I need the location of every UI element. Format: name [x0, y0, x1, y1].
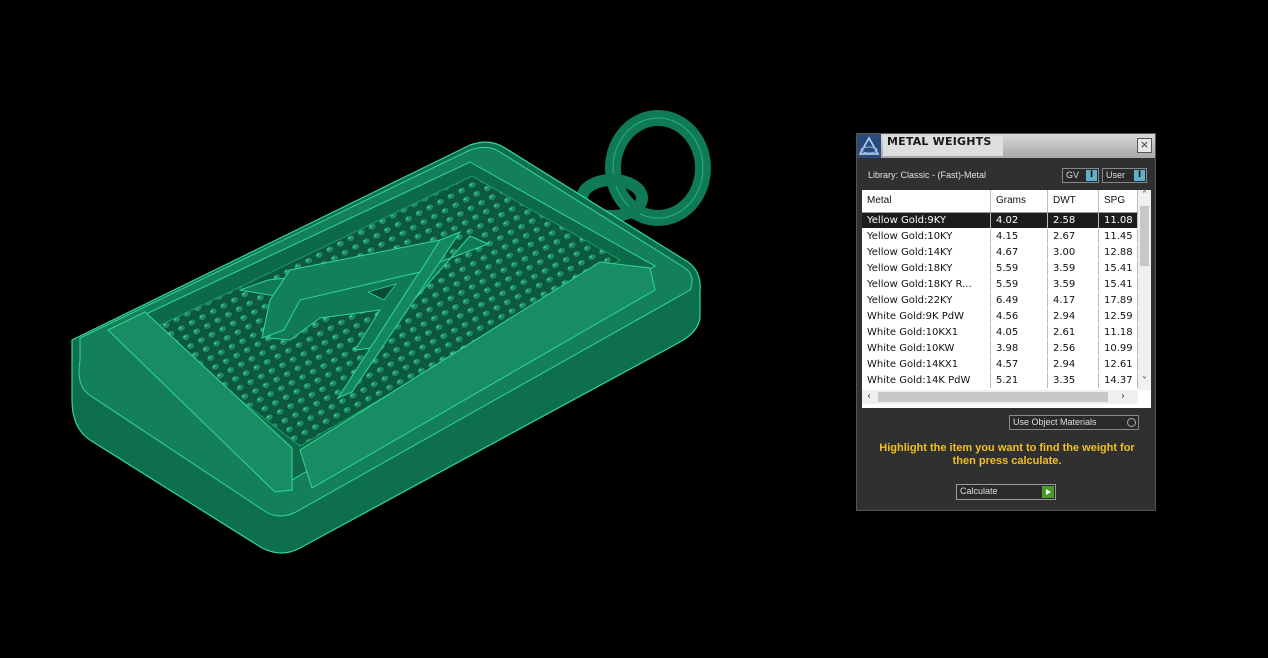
cell-spg: 14.37 — [1099, 373, 1138, 388]
close-button[interactable]: × — [1137, 138, 1152, 153]
table-row[interactable]: Yellow Gold:22KY 6.49 4.17 17.89 — [862, 293, 1138, 309]
use-object-materials-label: Use Object Materials — [1013, 417, 1097, 427]
vertical-scroll-thumb[interactable] — [1140, 206, 1149, 266]
cell-dwt: 2.56 — [1048, 341, 1099, 356]
gv-toggle-label: GV — [1066, 170, 1080, 180]
cell-dwt: 2.61 — [1048, 325, 1099, 340]
cell-spg: 10.99 — [1099, 341, 1138, 356]
cell-spg: 12.88 — [1099, 245, 1138, 260]
chevron-right-icon[interactable]: › — [1116, 390, 1130, 404]
cell-dwt: 2.94 — [1048, 357, 1099, 372]
cell-metal: Yellow Gold:18KY R... — [862, 277, 991, 292]
radio-icon — [1127, 418, 1136, 427]
column-header-metal[interactable]: Metal — [862, 190, 991, 212]
cell-metal: White Gold:10KW — [862, 341, 991, 356]
cell-spg: 17.89 — [1099, 293, 1138, 308]
chevron-up-icon[interactable]: ˄ — [1138, 190, 1151, 202]
library-label: Library: Classic - (Fast)-Metal — [868, 170, 987, 180]
table-row[interactable]: Yellow Gold:18KY R... 5.59 3.59 15.41 — [862, 277, 1138, 293]
chevron-left-icon[interactable]: ‹ — [862, 390, 876, 404]
cell-metal: Yellow Gold:9KY — [862, 213, 991, 228]
chevron-down-icon[interactable]: ˅ — [1138, 376, 1151, 388]
cell-dwt: 2.58 — [1048, 213, 1099, 228]
cell-metal: White Gold:14K PdW — [862, 373, 991, 388]
cell-metal: Yellow Gold:14KY — [862, 245, 991, 260]
cell-metal: White Gold:14KX1 — [862, 357, 991, 372]
table-row[interactable]: White Gold:14K PdW 5.21 3.35 14.37 — [862, 373, 1138, 389]
panel-title: METAL WEIGHTS — [887, 135, 992, 148]
column-header-grams[interactable]: Grams — [991, 190, 1048, 212]
pendant-model[interactable] — [0, 0, 840, 658]
cell-grams: 5.59 — [991, 261, 1048, 276]
table-row[interactable]: White Gold:14KX1 4.57 2.94 12.61 — [862, 357, 1138, 373]
horizontal-scroll-thumb[interactable] — [878, 392, 1108, 402]
gv-toggle[interactable]: GV I — [1062, 168, 1099, 183]
cell-metal: Yellow Gold:22KY — [862, 293, 991, 308]
cell-dwt: 3.35 — [1048, 373, 1099, 388]
column-header-spg[interactable]: SPG — [1099, 190, 1138, 212]
cell-dwt: 3.59 — [1048, 261, 1099, 276]
cell-dwt: 3.00 — [1048, 245, 1099, 260]
cell-grams: 4.02 — [991, 213, 1048, 228]
table-row[interactable]: Yellow Gold:18KY 5.59 3.59 15.41 — [862, 261, 1138, 277]
cell-dwt: 2.67 — [1048, 229, 1099, 244]
table-row[interactable]: White Gold:10KW 3.98 2.56 10.99 — [862, 341, 1138, 357]
table-row[interactable]: White Gold:10KX1 4.05 2.61 11.18 — [862, 325, 1138, 341]
cell-grams: 4.67 — [991, 245, 1048, 260]
table-row[interactable]: White Gold:9K PdW 4.56 2.94 12.59 — [862, 309, 1138, 325]
cell-dwt: 4.17 — [1048, 293, 1099, 308]
toggle-indicator-icon: I — [1134, 170, 1145, 181]
table-row[interactable]: Yellow Gold:10KY 4.15 2.67 11.45 — [862, 229, 1138, 245]
cell-spg: 12.61 — [1099, 357, 1138, 372]
metal-table: Metal Grams DWT SPG Yellow Gold:9KY 4.02 2… — [862, 190, 1151, 408]
table-header: Metal Grams DWT SPG — [862, 190, 1138, 213]
calculate-button[interactable]: Calculate — [956, 484, 1056, 500]
cell-dwt: 3.59 — [1048, 277, 1099, 292]
cell-metal: Yellow Gold:18KY — [862, 261, 991, 276]
cell-dwt: 2.94 — [1048, 309, 1099, 324]
table-body: Yellow Gold:9KY 4.02 2.58 11.08 Yellow Gold:… — [862, 213, 1138, 389]
table-row[interactable]: Yellow Gold:9KY 4.02 2.58 11.08 — [862, 213, 1138, 229]
panel-titlebar[interactable]: METAL WEIGHTS × — [857, 134, 1155, 158]
instruction-text: Highlight the item you want to find the … — [879, 442, 1135, 467]
horizontal-scrollbar[interactable]: ‹ › — [862, 390, 1138, 404]
cell-grams: 4.05 — [991, 325, 1048, 340]
cell-grams: 5.59 — [991, 277, 1048, 292]
play-arrow-icon — [1042, 486, 1054, 498]
cell-grams: 4.56 — [991, 309, 1048, 324]
3d-viewport[interactable] — [0, 0, 840, 658]
cell-spg: 11.45 — [1099, 229, 1138, 244]
table-row[interactable]: Yellow Gold:14KY 4.67 3.00 12.88 — [862, 245, 1138, 261]
cell-grams: 6.49 — [991, 293, 1048, 308]
column-header-dwt[interactable]: DWT — [1048, 190, 1099, 212]
jump-ring — [576, 110, 711, 226]
cell-metal: White Gold:9K PdW — [862, 309, 991, 324]
cell-spg: 11.18 — [1099, 325, 1138, 340]
vertical-scrollbar[interactable]: ˄ ˅ — [1138, 190, 1151, 390]
cell-metal: White Gold:10KX1 — [862, 325, 991, 340]
calculate-label: Calculate — [960, 486, 998, 496]
cell-metal: Yellow Gold:10KY — [862, 229, 991, 244]
cell-grams: 4.15 — [991, 229, 1048, 244]
user-toggle-label: User — [1106, 170, 1126, 180]
cell-spg: 12.59 — [1099, 309, 1138, 324]
user-toggle[interactable]: User I — [1102, 168, 1147, 183]
use-object-materials-toggle[interactable]: Use Object Materials — [1009, 415, 1139, 430]
cell-grams: 3.98 — [991, 341, 1048, 356]
cell-spg: 11.08 — [1099, 213, 1138, 228]
metal-weights-panel: METAL WEIGHTS × Library: Classic - (Fast… — [856, 133, 1156, 511]
cell-grams: 5.21 — [991, 373, 1048, 388]
cell-spg: 15.41 — [1099, 261, 1138, 276]
cell-grams: 4.57 — [991, 357, 1048, 372]
app-logo-icon — [857, 134, 881, 158]
cell-spg: 15.41 — [1099, 277, 1138, 292]
toggle-indicator-icon: I — [1086, 170, 1097, 181]
